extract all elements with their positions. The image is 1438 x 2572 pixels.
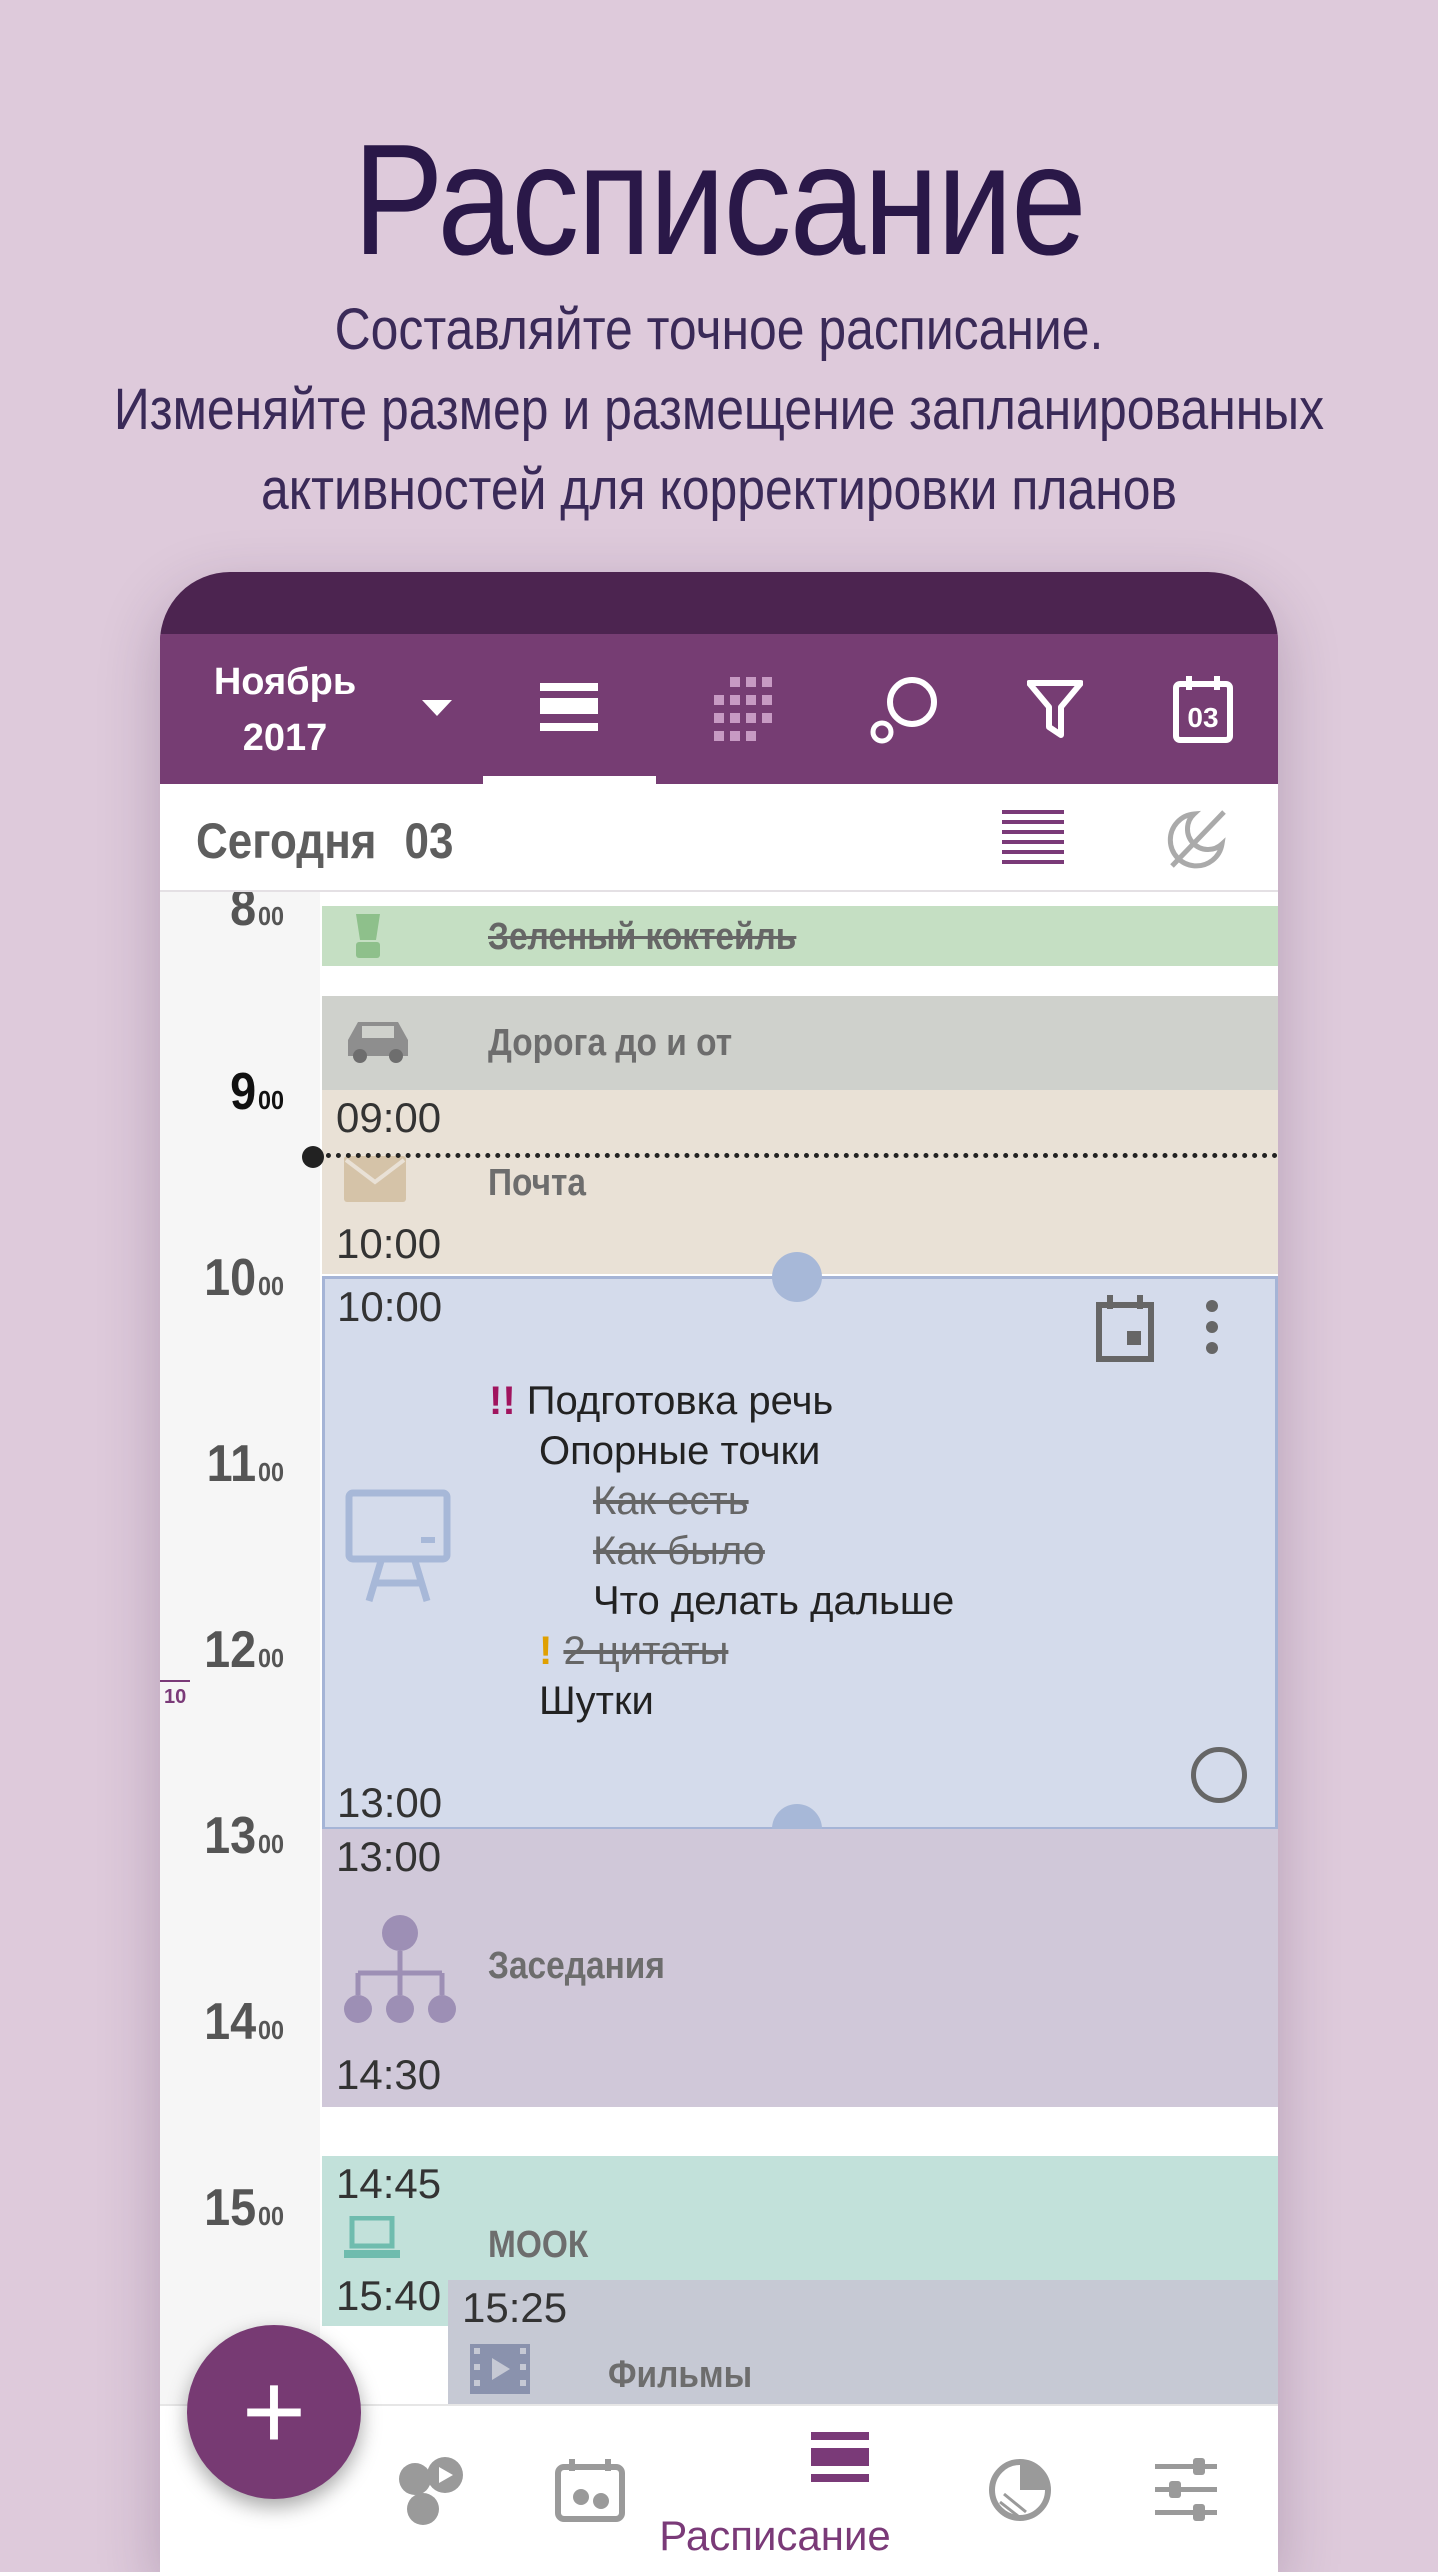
blender-icon xyxy=(356,914,380,958)
calendar-icon[interactable] xyxy=(1095,1293,1155,1363)
event-end-time: 13:00 xyxy=(337,1779,443,1826)
resize-handle-top[interactable] xyxy=(772,1252,822,1302)
filter-button[interactable] xyxy=(1000,634,1110,784)
checklist-item[interactable]: Как было xyxy=(593,1529,765,1574)
current-time-line xyxy=(316,1153,1278,1158)
envelope-icon xyxy=(344,1156,406,1202)
plus-icon: + xyxy=(241,2350,307,2473)
nav-settings[interactable] xyxy=(1126,2406,1246,2572)
event-start-time: 09:00 xyxy=(336,1094,442,1141)
event-speech-selected[interactable]: 10:00 !! Подготовка речь Опорные точки К… xyxy=(322,1276,1278,1830)
event-end-time: 14:30 xyxy=(336,2051,442,2098)
date-bar: Сегодня 03 xyxy=(160,784,1278,892)
checklist-item[interactable]: ! 2 цитаты xyxy=(539,1629,728,1674)
checklist-item[interactable]: Что делать дальше xyxy=(593,1579,954,1624)
today-calendar-day: 03 xyxy=(1187,702,1219,733)
headline-subtitle-1: Составляйте точное расписание. xyxy=(334,297,1104,362)
event-title: МООК xyxy=(488,2224,589,2266)
event-title: Почта xyxy=(488,1162,587,1204)
film-strip-icon xyxy=(470,2344,530,2394)
event-green-cocktail[interactable]: Зеленый коктейль xyxy=(322,906,1278,966)
month-label: Ноябрь xyxy=(213,661,357,703)
headline-subtitle-3: активностей для корректировки планов xyxy=(260,457,1177,522)
headline-title: Расписание xyxy=(353,112,1087,288)
schedule-list-icon xyxy=(811,2432,869,2482)
event-title: Зеленый коктейль xyxy=(488,916,797,958)
nav-schedule-label[interactable]: Расписание xyxy=(630,2512,920,2560)
app-bar: Ноябрь 2017 03 xyxy=(160,634,1278,784)
event-start-time: 10:00 xyxy=(337,1283,443,1330)
hour-label: 1000 xyxy=(204,1249,284,1307)
checklist-item-text: 2 цитаты xyxy=(563,1629,729,1673)
more-options-icon[interactable] xyxy=(1205,1299,1219,1355)
hour-label: 1500 xyxy=(204,2179,284,2237)
priority-mark: !! xyxy=(489,1379,516,1423)
priority-mark: ! xyxy=(539,1629,553,1673)
checklist-item[interactable]: Шутки xyxy=(539,1679,654,1724)
dropdown-caret-icon[interactable] xyxy=(422,700,452,716)
event-start-time: 14:45 xyxy=(336,2160,442,2207)
today-text: Сегодня xyxy=(196,813,377,869)
today-day: 03 xyxy=(404,813,454,869)
event-start-time: 13:00 xyxy=(336,1833,442,1880)
hour-label: 800 xyxy=(230,892,284,937)
side-marker-label: 10 xyxy=(164,1686,187,1708)
hour-label: 1100 xyxy=(206,1435,284,1493)
event-title: Дорога до и от xyxy=(488,1022,733,1064)
nav-statistics[interactable] xyxy=(960,2406,1080,2572)
phone-frame: Ноябрь 2017 03 Сегодня 03 800 900 1000 1… xyxy=(160,572,1278,2572)
today-label[interactable]: Сегодня 03 xyxy=(196,812,453,870)
search-icon xyxy=(870,677,937,744)
filter-icon xyxy=(1027,680,1083,738)
grid-view-icon xyxy=(714,677,772,741)
event-end-time: 10:00 xyxy=(336,1220,442,1267)
search-button[interactable] xyxy=(850,634,960,784)
hour-label: 1300 xyxy=(204,1807,284,1865)
year-label: 2017 xyxy=(242,717,328,759)
hour-label: 900 xyxy=(230,1063,284,1121)
complete-checkbox[interactable] xyxy=(1191,1747,1247,1803)
list-view-icon xyxy=(540,683,598,731)
event-road[interactable]: Дорога до и от xyxy=(322,996,1278,1090)
task-title-text: Подготовка речь xyxy=(526,1379,834,1423)
checklist-item[interactable]: Как есть xyxy=(593,1479,749,1524)
routines-icon xyxy=(555,2459,625,2522)
event-mail[interactable]: 09:00 Почта 10:00 xyxy=(322,1090,1278,1274)
headline-subtitle-2: Изменяйте размер и размещение запланиров… xyxy=(113,377,1325,442)
hour-label: 1400 xyxy=(204,1993,284,2051)
density-lines-icon[interactable] xyxy=(1002,810,1064,866)
night-mode-off-icon[interactable] xyxy=(1164,806,1230,872)
settings-sliders-icon xyxy=(1155,2458,1217,2521)
tab-list-view[interactable] xyxy=(514,634,624,784)
event-title: Заседания xyxy=(488,1945,665,1987)
car-icon xyxy=(348,1022,408,1063)
event-start-time: 15:25 xyxy=(462,2284,568,2331)
nav-activities[interactable] xyxy=(370,2406,490,2572)
event-title: Фильмы xyxy=(608,2354,753,2396)
presentation-board-icon xyxy=(345,1489,451,1603)
add-activity-button[interactable]: + xyxy=(187,2325,361,2499)
schedule-timeline[interactable]: 800 900 1000 1100 1200 1300 1400 1500 10… xyxy=(160,892,1278,2404)
active-tab-indicator xyxy=(483,776,656,784)
tab-grid-view[interactable] xyxy=(690,634,800,784)
task-title[interactable]: !! Подготовка речь xyxy=(489,1379,833,1424)
event-end-time: 15:40 xyxy=(336,2272,442,2319)
pie-chart-icon xyxy=(989,2459,1051,2521)
laptop-icon xyxy=(344,2216,400,2258)
month-selector[interactable]: Ноябрь 2017 xyxy=(210,654,360,766)
side-marker-line xyxy=(160,1680,190,1682)
activities-icon xyxy=(399,2457,463,2525)
hour-label: 1200 xyxy=(204,1621,284,1679)
event-films[interactable]: 15:25 Фильмы xyxy=(448,2280,1278,2404)
checklist-item[interactable]: Опорные точки xyxy=(539,1429,820,1474)
event-meeting[interactable]: 13:00 Заседания 14:30 xyxy=(322,1829,1278,2107)
org-chart-icon xyxy=(344,1915,456,2023)
current-time-dot xyxy=(302,1146,324,1168)
today-calendar-button[interactable]: 03 xyxy=(1148,634,1258,784)
